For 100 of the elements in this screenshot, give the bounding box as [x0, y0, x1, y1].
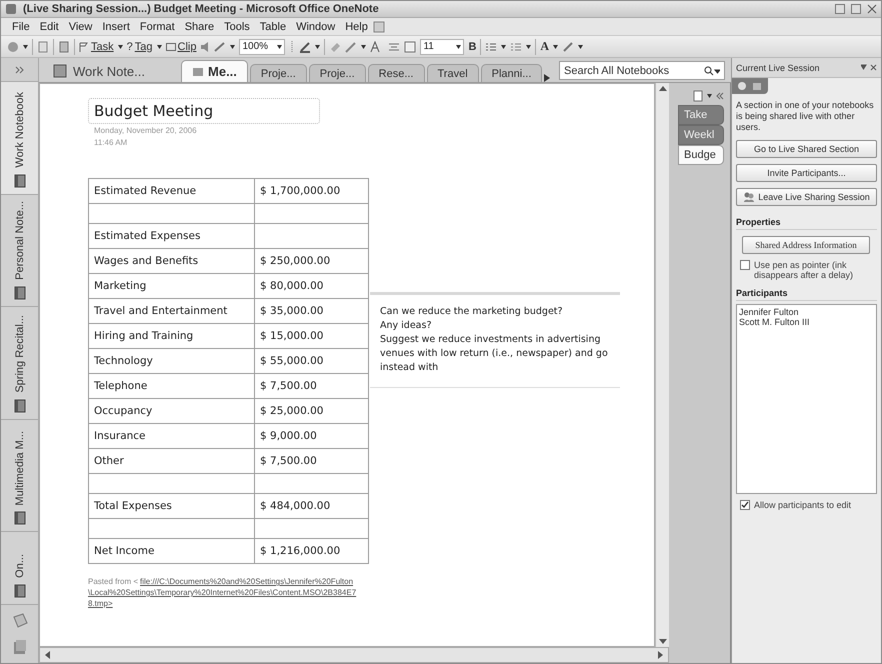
page-tab[interactable]: Take	[678, 105, 724, 125]
tag-button[interactable]: ? Tag	[126, 40, 152, 52]
page-tab[interactable]: Weekl	[678, 125, 724, 145]
dropdown-arrow-icon[interactable]	[578, 44, 584, 48]
bullets-icon[interactable]	[485, 40, 498, 52]
menu-item[interactable]: Window	[291, 20, 340, 32]
font-size-field[interactable]: 11	[420, 38, 464, 54]
task-pane-title: Current Live Session	[736, 62, 820, 72]
table-cell: Hiring and Training	[88, 324, 254, 348]
pane-button[interactable]: Go to Live Shared Section	[736, 140, 877, 158]
vertical-scrollbar[interactable]	[655, 83, 669, 647]
menu-item[interactable]: Format	[134, 20, 180, 32]
menu-item[interactable]: View	[64, 20, 98, 32]
notebook-tab[interactable]: Personal Note...	[1, 194, 38, 308]
search-icon[interactable]	[704, 66, 720, 76]
menu-item[interactable]: Edit	[34, 20, 64, 32]
section-heading: Properties	[736, 217, 877, 230]
table-cell: Estimated Revenue	[88, 178, 254, 204]
highlighter-icon[interactable]	[299, 40, 312, 52]
scroll-right-arrow-icon[interactable]	[544, 74, 550, 82]
highlight-pen-icon[interactable]	[562, 40, 574, 52]
dropdown-arrow-icon[interactable]	[277, 44, 282, 48]
zoom-field[interactable]: 100%	[239, 38, 286, 54]
section-tab[interactable]: Me...	[181, 60, 248, 82]
table-cell: Total Expenses	[88, 494, 254, 518]
menu-item[interactable]: File	[7, 20, 35, 32]
note-text: Suggest we reduce investments in advertising venues with low return (i.e., newspaper) and go instead with	[380, 333, 609, 375]
menu-item[interactable]: Help	[340, 20, 373, 32]
menu-item[interactable]: Insert	[97, 20, 135, 32]
section-tab[interactable]: Planni...	[480, 64, 542, 82]
note-text: Any ideas?	[380, 319, 432, 333]
dropdown-arrow-icon[interactable]	[707, 94, 712, 98]
pen-icon[interactable]	[214, 42, 226, 52]
bold-button[interactable]: B	[468, 40, 476, 52]
checkbox[interactable]	[740, 500, 750, 510]
menu-item[interactable]: Tools	[219, 20, 255, 32]
page-icon[interactable]	[37, 40, 49, 52]
pane-button[interactable]: Leave Live Sharing Session	[736, 188, 877, 206]
dropdown-arrow-icon[interactable]	[526, 44, 532, 48]
collapse-chevron-icon[interactable]	[716, 92, 724, 100]
table-cell: $ 1,700,000.00	[254, 178, 368, 204]
expand-chevron-icon[interactable]	[14, 66, 24, 74]
table-cell: Wages and Benefits	[88, 248, 254, 274]
horizontal-scrollbar[interactable]	[39, 647, 669, 663]
dropdown-arrow-icon[interactable]	[501, 44, 506, 48]
notebook-tab[interactable]: Work Notebook	[1, 82, 38, 195]
dropdown-arrow-icon[interactable]	[553, 44, 558, 48]
section-tab[interactable]: Travel	[426, 64, 479, 82]
note-text: Can we reduce the marketing budget?	[380, 305, 564, 319]
dropdown-arrow-icon[interactable]	[456, 44, 462, 48]
table-cell: Occupancy	[88, 398, 254, 424]
clip-button[interactable]: Clip	[166, 40, 196, 52]
page-tab[interactable]: Budge	[678, 145, 724, 165]
menu-item[interactable]: Share	[180, 20, 220, 32]
table-cell: $ 80,000.00	[254, 274, 368, 298]
section-tab[interactable]: Proje...	[308, 64, 366, 82]
shared-address-button[interactable]: Shared Address Information	[742, 236, 870, 254]
participant-name[interactable]: Jennifer Fulton	[739, 307, 874, 317]
speaker-icon[interactable]	[200, 42, 210, 52]
dropdown-arrow-icon[interactable]	[230, 44, 236, 48]
scroll-up-icon[interactable]	[658, 85, 666, 91]
font-color-button[interactable]: A	[540, 39, 550, 54]
pane-description: A section in one of your notebooks is being shared live with other users.	[736, 100, 875, 133]
table-cell: $ 55,000.00	[254, 348, 368, 374]
table-cell: $ 15,000.00	[254, 324, 368, 348]
notebook-icon	[14, 398, 26, 413]
pane-menu-icon[interactable]	[861, 64, 877, 72]
pasted-from-text: Pasted from < file:///C:\Documents%20and%20Settings\Jennifer%20Fulton\Local%20Settings\Temporary%20Internet%20Files\Content.MSO\2B384E78.tmp>	[88, 576, 358, 609]
table-cell: Other	[88, 448, 254, 474]
notebook-tab[interactable]: Multimedia M...	[1, 420, 38, 532]
checkbox-label: Use pen as pointer (ink disappears after a delay)	[754, 260, 854, 280]
section-tab[interactable]: Proje...	[250, 64, 307, 82]
table-cell: $ 1,216,000.00	[254, 538, 368, 564]
task-button[interactable]: Task	[79, 40, 114, 52]
scroll-right-icon[interactable]	[658, 651, 664, 659]
notebook-title: Work Note...	[45, 60, 154, 82]
pane-button[interactable]: Invite Participants...	[736, 164, 877, 182]
dropdown-arrow-icon[interactable]	[118, 44, 123, 48]
dropdown-arrow-icon[interactable]	[315, 44, 320, 48]
table-cell: $ 7,500.00	[254, 374, 368, 398]
search-field[interactable]: Search All Notebooks	[559, 61, 725, 80]
dropdown-arrow-icon[interactable]	[156, 44, 162, 48]
menu-item[interactable]: Table	[254, 20, 292, 32]
section-tab[interactable]: Rese...	[368, 64, 424, 82]
note-container[interactable]: Can we reduce the marketing budget? Any ideas? Suggest we reduce investments in advertising venues with low return (i.e., newspaper) and go instead with	[370, 292, 620, 388]
dropdown-arrow-icon[interactable]	[23, 44, 28, 48]
dropdown-arrow-icon[interactable]	[361, 44, 366, 48]
page-title[interactable]: Budget Meeting	[94, 102, 314, 120]
table-cell: Travel and Entertainment	[88, 298, 254, 324]
search-input[interactable]: Search All Notebooks	[564, 64, 686, 76]
scroll-down-icon[interactable]	[658, 639, 666, 645]
close-icon[interactable]	[867, 4, 877, 14]
participant-name[interactable]: Scott M. Fulton III	[739, 317, 874, 327]
new-page-icon[interactable]	[693, 90, 703, 102]
notebook-icon	[14, 511, 26, 526]
table-cell: $ 7,500.00	[254, 448, 368, 474]
maximize-icon[interactable]	[851, 4, 861, 14]
scroll-left-icon[interactable]	[44, 651, 50, 659]
align-icon[interactable]	[388, 40, 400, 52]
checkbox[interactable]	[740, 260, 750, 270]
